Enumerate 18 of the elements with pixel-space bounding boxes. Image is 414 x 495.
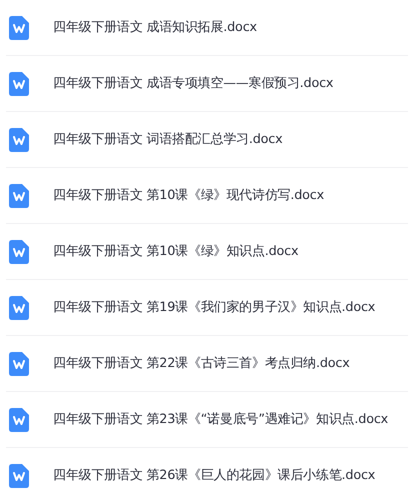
file-name[interactable]: 四年级下册语文 成语专项填空——寒假预习.docx	[53, 75, 334, 92]
document-icon	[9, 72, 29, 96]
file-name[interactable]: 四年级下册语文 第23课《“诺曼底号”遇难记》知识点.docx	[53, 411, 388, 428]
file-name[interactable]: 四年级下册语文 成语知识拓展.docx	[53, 19, 257, 36]
document-icon	[9, 464, 29, 488]
document-icon	[9, 184, 29, 208]
document-icon	[9, 408, 29, 432]
file-name[interactable]: 四年级下册语文 第26课《巨人的花园》课后小练笔.docx	[53, 467, 376, 484]
document-icon	[9, 352, 29, 376]
file-name[interactable]: 四年级下册语文 第22课《古诗三首》考点归纳.docx	[53, 355, 350, 372]
document-icon	[9, 128, 29, 152]
document-icon	[9, 16, 29, 40]
document-icon	[9, 240, 29, 264]
file-name[interactable]: 四年级下册语文 第19课《我们家的男子汉》知识点.docx	[53, 299, 376, 316]
file-name[interactable]: 四年级下册语文 词语搭配汇总学习.docx	[53, 131, 282, 148]
document-icon	[9, 296, 29, 320]
file-name[interactable]: 四年级下册语文 第10课《绿》现代诗仿写.docx	[53, 187, 324, 204]
file-name[interactable]: 四年级下册语文 第10课《绿》知识点.docx	[53, 243, 298, 260]
